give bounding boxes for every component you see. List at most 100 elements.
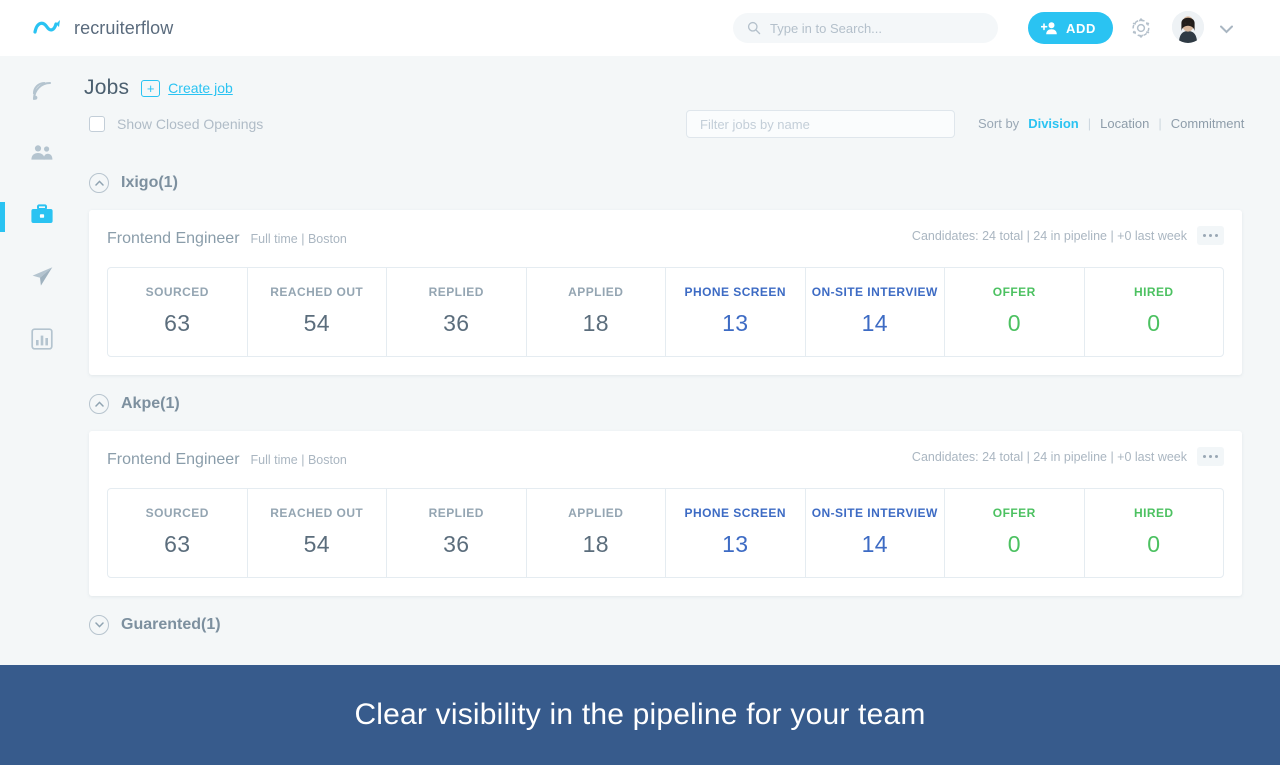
recruiterflow-wave-logo <box>33 20 60 34</box>
briefcase-icon <box>30 204 54 230</box>
pipeline-stage-name: SOURCED <box>145 285 209 299</box>
pipeline-stage-name: REPLIED <box>428 285 484 299</box>
add-person-icon <box>1041 22 1057 35</box>
pipeline-stage-count: 54 <box>303 531 330 557</box>
sort-by-label: Sort by <box>978 116 1020 131</box>
more-options-icon <box>1209 455 1212 458</box>
pipeline-stage-name: ON-SITE INTERVIEW <box>811 285 938 299</box>
pipeline-stage-count: 0 <box>1147 310 1161 336</box>
pipeline-stage-name: HIRED <box>1133 506 1174 520</box>
sort-separator: | <box>1087 116 1092 131</box>
pipeline-stage[interactable]: OFFER 0 <box>945 489 1085 577</box>
more-options-icon <box>1215 455 1218 458</box>
account-menu-button[interactable] <box>1218 22 1234 34</box>
pipeline-stage-count: 14 <box>861 310 888 336</box>
avatar[interactable] <box>1172 11 1204 43</box>
pipeline-stage[interactable]: PHONE SCREEN 13 <box>666 489 806 577</box>
more-options-icon <box>1215 234 1218 237</box>
chevron-up-icon <box>89 173 109 193</box>
pipeline-stages: SOURCED 63 REACHED OUT 54 REPLIED 36 APPLIED 18… <box>107 267 1224 357</box>
pipeline-stage-count: 36 <box>443 310 470 336</box>
brand-logo-link[interactable]: recruiterflow <box>33 16 173 40</box>
sort-option-location[interactable]: Location <box>1100 116 1149 131</box>
filters-row: Show Closed Openings Sort by Division | … <box>84 108 1280 154</box>
add-button[interactable]: ADD <box>1028 12 1113 44</box>
sidebar-item-contacts[interactable] <box>0 134 84 176</box>
pipeline-stage[interactable]: HIRED 0 <box>1085 268 1224 356</box>
pipeline-stage-count: 63 <box>164 531 191 557</box>
show-closed-openings-label: Show Closed Openings <box>117 116 264 132</box>
job-group-header[interactable]: Ixigo(1) <box>89 168 1280 198</box>
pipeline-stage[interactable]: ON-SITE INTERVIEW 14 <box>806 489 945 577</box>
candidates-text: Candidates: 24 total | 24 in pipeline | … <box>911 449 1187 464</box>
bar-chart-icon <box>31 327 53 355</box>
sort-option-commitment[interactable]: Commitment <box>1171 116 1245 131</box>
job-group-header[interactable]: Akpe(1) <box>89 389 1280 419</box>
pipeline-stage-count: 0 <box>1147 531 1161 557</box>
gear-icon <box>1132 18 1150 38</box>
pipeline-stage-count: 0 <box>1007 531 1021 557</box>
pipeline-stage[interactable]: ON-SITE INTERVIEW 14 <box>806 268 945 356</box>
pipeline-stage[interactable]: REACHED OUT 54 <box>248 489 387 577</box>
job-card[interactable]: Frontend Engineer Full time | Boston Candi… <box>89 210 1242 375</box>
sidebar-item-feed[interactable] <box>0 72 84 114</box>
job-group-title: Akpe(1) <box>121 395 180 412</box>
create-job-button[interactable]: + Create job <box>141 79 233 97</box>
pipeline-stage-count: 13 <box>722 531 749 557</box>
job-meta: Full time | Boston <box>250 453 347 467</box>
search-input[interactable] <box>770 20 984 36</box>
page-title: Jobs <box>84 76 130 99</box>
pipeline-stage-name: ON-SITE INTERVIEW <box>811 506 938 520</box>
job-card[interactable]: Frontend Engineer Full time | Boston Candi… <box>89 431 1242 596</box>
job-title[interactable]: Frontend Engineer <box>107 230 240 248</box>
pipeline-stage-count: 14 <box>861 531 888 557</box>
show-closed-openings-checkbox[interactable]: Show Closed Openings <box>89 116 263 132</box>
sort-option-division[interactable]: Division <box>1028 116 1079 131</box>
pipeline-stage[interactable]: OFFER 0 <box>945 268 1085 356</box>
pipeline-stage-count: 18 <box>582 531 609 557</box>
pipeline-stage-name: REACHED OUT <box>270 285 364 299</box>
pipeline-stage-name: PHONE SCREEN <box>684 506 786 520</box>
job-groups-list: Ixigo(1) Frontend Engineer Full time | Bos… <box>84 168 1280 640</box>
pipeline-stage[interactable]: REPLIED 36 <box>387 489 527 577</box>
job-group-title: Guarented(1) <box>121 616 221 633</box>
more-options-icon <box>1203 234 1206 237</box>
pipeline-stage[interactable]: SOURCED 63 <box>108 268 248 356</box>
pipeline-stage[interactable]: PHONE SCREEN 13 <box>666 268 806 356</box>
job-options-button[interactable] <box>1197 447 1224 466</box>
pipeline-stage[interactable]: APPLIED 18 <box>527 489 666 577</box>
settings-button[interactable] <box>1128 15 1154 41</box>
pipeline-stage[interactable]: REPLIED 36 <box>387 268 527 356</box>
filter-jobs-input[interactable] <box>686 110 955 138</box>
user-avatar-image <box>1172 11 1204 43</box>
job-title[interactable]: Frontend Engineer <box>107 451 240 469</box>
page-header: Jobs + Create job <box>84 56 1280 100</box>
sidebar-item-campaigns[interactable] <box>0 258 84 300</box>
sort-separator: | <box>1158 116 1162 131</box>
pipeline-stage-name: HIRED <box>1133 285 1174 299</box>
job-options-button[interactable] <box>1197 226 1224 245</box>
chevron-down-icon <box>89 615 109 635</box>
sort-bar: Sort by Division | Location | Commitment <box>978 116 1244 131</box>
chevron-up-icon <box>89 394 109 414</box>
pipeline-stages: SOURCED 63 REACHED OUT 54 REPLIED 36 APPLIED 18… <box>107 488 1224 578</box>
brand-name: recruiterflow <box>74 17 174 38</box>
checkbox-box <box>89 116 105 132</box>
pipeline-stage[interactable]: APPLIED 18 <box>527 268 666 356</box>
job-meta: Full time | Boston <box>250 232 347 246</box>
pipeline-stage[interactable]: HIRED 0 <box>1085 489 1224 577</box>
job-group-header[interactable]: Guarented(1) <box>89 610 1280 640</box>
sidebar-item-jobs[interactable] <box>0 196 84 238</box>
pipeline-stage[interactable]: SOURCED 63 <box>108 489 248 577</box>
pipeline-stage-count: 18 <box>582 310 609 336</box>
sidebar-item-reports[interactable] <box>0 320 84 362</box>
pipeline-stage[interactable]: REACHED OUT 54 <box>248 268 387 356</box>
global-search[interactable] <box>733 13 998 43</box>
pipeline-stage-name: OFFER <box>992 506 1036 520</box>
pipeline-stage-name: OFFER <box>992 285 1036 299</box>
job-group-title: Ixigo(1) <box>121 174 178 191</box>
search-icon <box>747 21 761 35</box>
job-card-header: Frontend Engineer Full time | Boston Candi… <box>107 447 1224 473</box>
pipeline-stage-name: PHONE SCREEN <box>684 285 786 299</box>
chevron-down-icon <box>1219 25 1233 34</box>
